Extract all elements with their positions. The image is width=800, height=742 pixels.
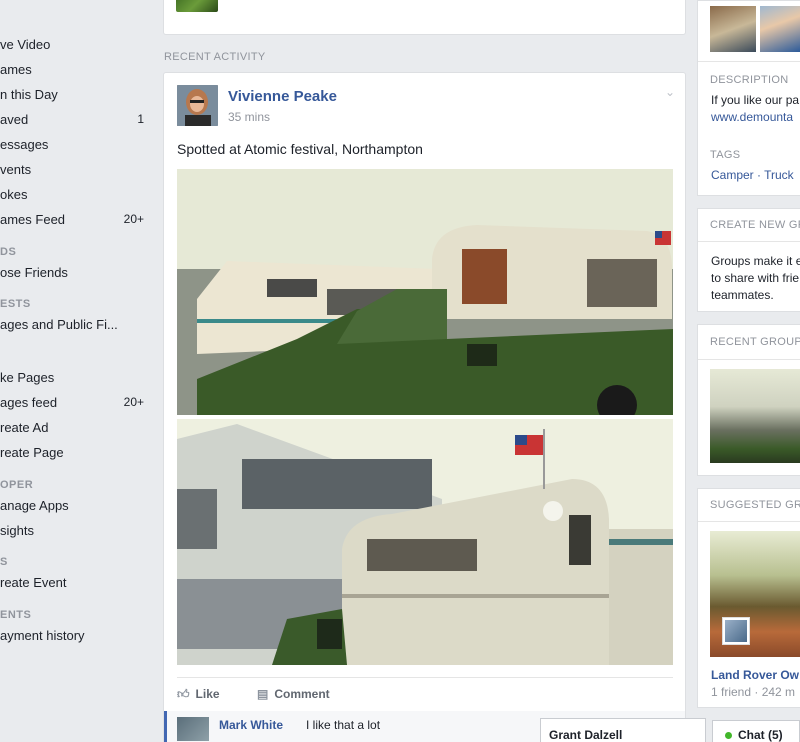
sidebar-item-label: essages: [0, 137, 49, 152]
section-label: RECENT ACTIVITY: [164, 51, 266, 63]
sidebar-item-label: aved: [0, 112, 29, 127]
chat-button[interactable]: Chat (5): [712, 720, 800, 742]
sidebar-item-count: 1: [137, 112, 144, 126]
sidebar-item-create-ad[interactable]: reate Ad: [0, 417, 155, 439]
sidebar-heading-groups: DS: [0, 246, 17, 258]
sidebar-heading-developer: OPER: [0, 479, 34, 491]
post-author[interactable]: Vivienne Peake: [228, 88, 337, 105]
sidebar-item-on-this-day[interactable]: n this Day: [0, 84, 155, 106]
recent-group-photo[interactable]: [710, 369, 800, 463]
divider: [698, 521, 800, 522]
sidebar-item-label: ames Feed: [0, 212, 66, 227]
sidebar-item-manage-apps[interactable]: anage Apps: [0, 495, 155, 517]
post-photo-1[interactable]: [177, 169, 673, 415]
sidebar-item-pages-feed[interactable]: ages feed 20+: [0, 392, 155, 414]
sidebar-item-close-friends[interactable]: ose Friends: [0, 262, 155, 284]
sidebar-item-live-video[interactable]: ve Video: [0, 34, 155, 56]
like-label: Like: [195, 687, 220, 701]
sidebar-item-saved[interactable]: aved 1: [0, 109, 155, 131]
sidebar-item-payment-history[interactable]: ayment history: [0, 625, 155, 647]
sidebar-item-label: ayment history: [0, 628, 85, 643]
comment-icon: ▤: [257, 687, 269, 701]
sidebar-heading-interests: ESTS: [0, 298, 31, 310]
left-sidebar: ve Video ames n this Day aved 1 essages v…: [0, 0, 155, 742]
post-caption: Spotted at Atomic festival, Northampton: [177, 141, 423, 157]
create-group-text-line: teammates.: [711, 288, 774, 302]
description-heading: DESCRIPTION: [710, 74, 789, 86]
sidebar-item-label: ke Pages: [0, 370, 55, 385]
comment-button[interactable]: ▤ Comment: [257, 687, 330, 701]
sidebar-item-label: reate Ad: [0, 420, 49, 435]
sidebar-item-label: n this Day: [0, 87, 58, 102]
sidebar-heading-events: S: [0, 556, 8, 568]
create-group-text-line: Groups make it e: [711, 254, 800, 268]
create-group-text-line: to share with frie: [711, 271, 800, 285]
member-photo[interactable]: [710, 6, 756, 52]
thumbs-up-icon: 👍︎: [177, 687, 190, 701]
description-text: If you like our pa: [711, 93, 800, 107]
online-status-icon: [725, 732, 732, 739]
create-group-card: CREATE NEW GR Groups make it e to share …: [697, 208, 800, 312]
chat-tab-grant-dalzell[interactable]: Grant Dalzell: [540, 718, 706, 742]
recent-group-photos-card: RECENT GROUP: [697, 324, 800, 476]
sidebar-item-label: ose Friends: [0, 265, 68, 280]
sidebar-item-insights[interactable]: sights: [0, 520, 155, 542]
suggested-group-name[interactable]: Land Rover Ow: [711, 667, 799, 683]
divider: [698, 359, 800, 360]
divider: [698, 61, 800, 62]
post-photo-2[interactable]: [177, 419, 673, 665]
previous-post-thumbnail[interactable]: [176, 0, 218, 12]
suggested-groups-heading: SUGGESTED GRO: [710, 499, 800, 511]
sidebar-item-label: ages and Public Fi...: [0, 317, 118, 332]
sidebar-item-label: reate Event: [0, 575, 67, 590]
sidebar-item-label: ames: [0, 62, 32, 77]
tags-heading: TAGS: [710, 149, 741, 161]
suggested-group-avatar: [722, 617, 750, 645]
sidebar-item-label: ages feed: [0, 395, 58, 410]
sidebar-item-count: 20+: [123, 395, 144, 409]
sidebar-item-events[interactable]: vents: [0, 159, 155, 181]
chat-contact-name: Grant Dalzell: [549, 728, 623, 742]
group-about-card: DESCRIPTION If you like our pa www.demou…: [697, 0, 800, 196]
sidebar-heading-payments: ENTS: [0, 609, 32, 621]
commenter-name[interactable]: Mark White: [219, 718, 283, 732]
post-action-bar: 👍︎ Like ▤ Comment: [177, 677, 673, 711]
sidebar-item-pokes[interactable]: okes: [0, 184, 155, 206]
suggested-groups-card: SUGGESTED GRO Land Rover Ow 1 friend · 2…: [697, 488, 800, 708]
member-photo[interactable]: [760, 6, 800, 52]
sidebar-item-games-feed[interactable]: ames Feed 20+: [0, 209, 155, 231]
sidebar-item-games[interactable]: ames: [0, 59, 155, 81]
sidebar-item-label: okes: [0, 187, 28, 202]
comment-text: I like that a lot: [306, 718, 381, 732]
sidebar-item-create-page[interactable]: reate Page: [0, 442, 155, 464]
post-card: Vivienne Peake 35 mins ⌄ Spotted at Atom…: [163, 72, 686, 742]
chevron-down-icon[interactable]: ⌄: [665, 85, 675, 99]
sidebar-item-count: 20+: [123, 212, 144, 226]
divider: [698, 241, 800, 242]
sidebar-item-like-pages[interactable]: ke Pages: [0, 367, 155, 389]
sidebar-item-label: reate Page: [0, 445, 64, 460]
commenter-avatar[interactable]: [177, 717, 209, 741]
sidebar-item-label: sights: [0, 523, 34, 538]
suggested-group-photo[interactable]: [710, 531, 800, 657]
tags-list[interactable]: Camper · Truck: [711, 167, 794, 183]
recent-group-heading: RECENT GROUP: [710, 336, 800, 348]
comment-label: Comment: [274, 687, 330, 701]
sidebar-item-label: vents: [0, 162, 32, 177]
previous-post-card: [163, 0, 686, 35]
description-link[interactable]: www.demounta: [711, 109, 793, 125]
like-button[interactable]: 👍︎ Like: [177, 687, 220, 702]
sidebar-item-label: anage Apps: [0, 498, 69, 513]
sidebar-item-pages-public-figures[interactable]: ages and Public Fi...: [0, 314, 155, 336]
sidebar-item-messages[interactable]: essages: [0, 134, 155, 156]
create-group-heading: CREATE NEW GR: [710, 219, 800, 231]
post-timestamp[interactable]: 35 mins: [228, 110, 270, 124]
avatar[interactable]: [177, 85, 218, 126]
suggested-group-meta: 1 friend · 242 m: [711, 685, 796, 699]
sidebar-item-create-event[interactable]: reate Event: [0, 572, 155, 594]
sidebar-item-label: ve Video: [0, 37, 51, 52]
chat-button-label: Chat (5): [738, 728, 783, 742]
